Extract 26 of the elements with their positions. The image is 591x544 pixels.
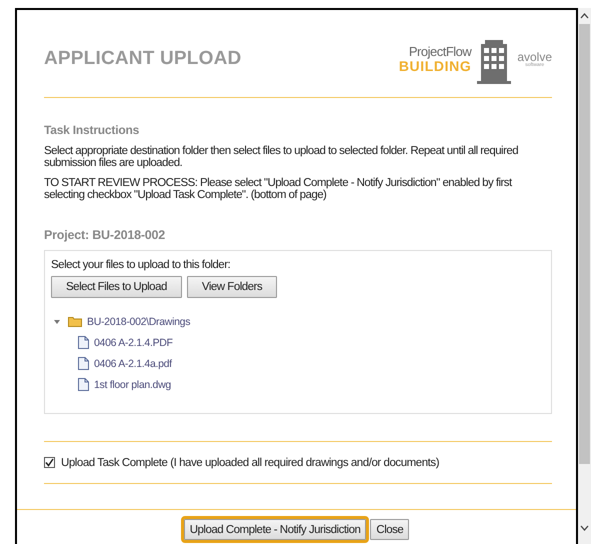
folder-icon [68, 316, 82, 328]
instruction-text: TO START REVIEW PROCESS: Please select "Upload Complete - Notify Jurisdiction" enabled by first selecting checkbox "Upload Task Complete". (bottom of page) [44, 177, 514, 202]
scrollbar-thumb[interactable] [579, 24, 590, 464]
file-item[interactable]: 0406 A-2.1.4.PDF [94, 336, 173, 349]
file-icon [78, 378, 89, 392]
file-icon [78, 357, 89, 370]
panel-button[interactable]: View Folders [186, 276, 278, 298]
page-title: APPLICANT UPLOAD [44, 48, 242, 70]
footer-button[interactable]: Upload Complete - Notify Jurisdiction [184, 519, 366, 540]
project-label: Project: BU-2018-002 [44, 228, 166, 242]
vendor-logo: avolve [517, 51, 552, 63]
checkbox-label: Upload Task Complete (I have uploaded all required drawings and/or documents) [61, 456, 440, 469]
file-item[interactable]: 1st floor plan.dwg [94, 378, 171, 391]
file-item[interactable]: 0406 A-2.1.4a.pdf [94, 358, 172, 370]
upload-prompt: Select your files to upload to this folder: [51, 259, 232, 272]
section-heading: Task Instructions [44, 123, 140, 137]
logo-product-line: BUILDING [398, 58, 472, 74]
panel-button[interactable]: Select Files to Upload [51, 276, 182, 298]
logo-product: ProjectFlow [408, 45, 472, 59]
scrollbar[interactable] [578, 8, 591, 544]
footer-button[interactable]: Close [370, 519, 410, 540]
file-icon [78, 336, 89, 350]
instruction-text: Select appropriate destination folder then select files to upload to selected folder. Repeat until all required submission files are uploaded. [44, 145, 520, 170]
checkbox[interactable] [44, 457, 55, 468]
expand-toggle-icon[interactable] [54, 318, 60, 325]
folder-item[interactable]: BU-2018-002\Drawings [87, 316, 190, 328]
